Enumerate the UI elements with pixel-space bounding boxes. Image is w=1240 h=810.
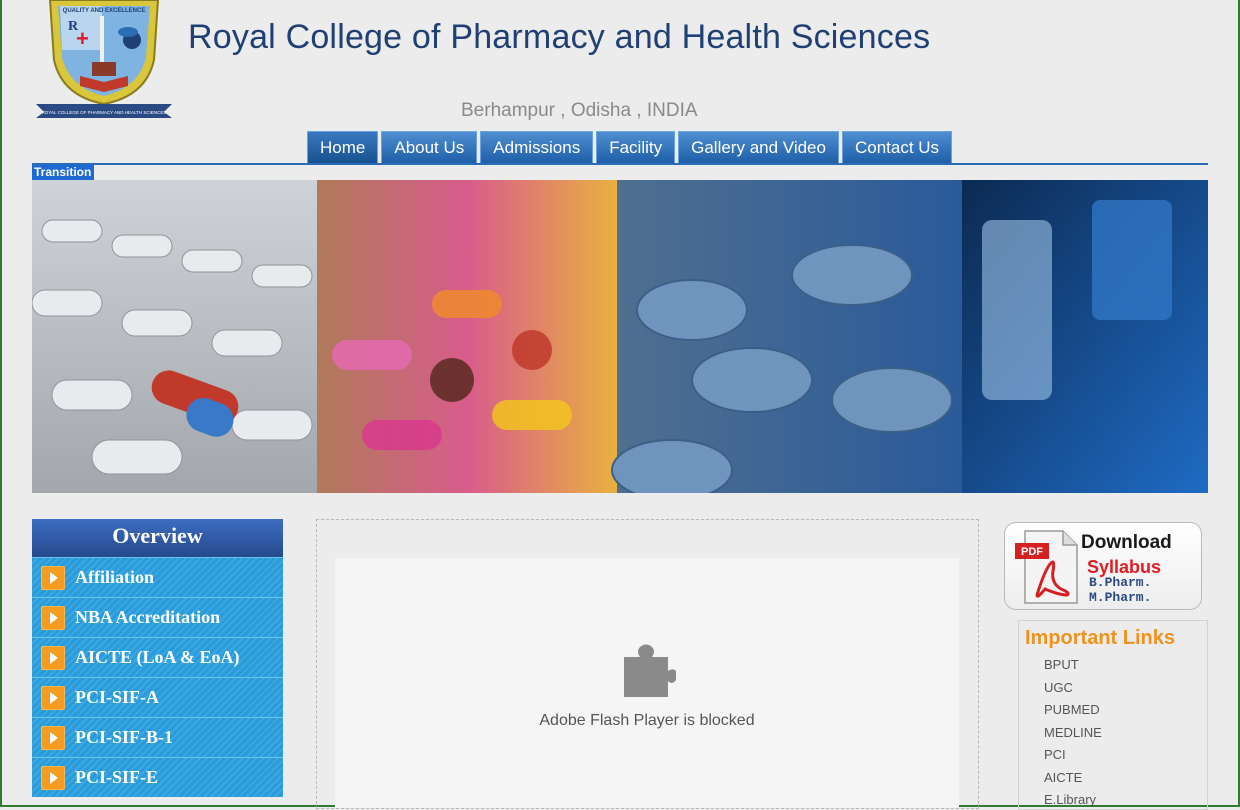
overview-item-aicte[interactable]: AICTE (LoA & EoA) bbox=[32, 637, 283, 677]
overview-item-pci-sif-e[interactable]: PCI-SIF-E bbox=[32, 757, 283, 797]
main-nav: Home About Us Admissions Facility Galler… bbox=[307, 131, 953, 163]
arrow-right-icon bbox=[41, 565, 65, 590]
hero-banner bbox=[32, 180, 1208, 493]
link-ugc[interactable]: UGC bbox=[1044, 678, 1102, 701]
overview-item-label: AICTE (LoA & EoA) bbox=[75, 647, 240, 667]
arrow-right-icon bbox=[41, 685, 65, 710]
pdf-icon: PDF bbox=[1015, 530, 1078, 604]
important-links-title: Important Links bbox=[1025, 627, 1176, 649]
overview-item-label: PCI-SIF-E bbox=[75, 767, 159, 787]
svg-text:PDF: PDF bbox=[1021, 546, 1043, 558]
arrow-right-icon bbox=[41, 765, 65, 790]
nav-admissions[interactable]: Admissions bbox=[480, 131, 594, 163]
download-title: Download bbox=[1081, 532, 1172, 553]
overview-item-pci-sif-a[interactable]: PCI-SIF-A bbox=[32, 677, 283, 717]
college-logo[interactable]: R + ROYAL COLLEGE OF PHARMACY AND HEALTH… bbox=[36, 0, 172, 118]
nav-underline bbox=[32, 163, 1208, 165]
link-pci[interactable]: PCI bbox=[1044, 745, 1102, 768]
svg-text:+: + bbox=[76, 26, 89, 51]
download-syllabus-button[interactable]: PDF Download Syllabus B.Pharm. M.Pharm. bbox=[1004, 522, 1202, 610]
overview-item-affiliation[interactable]: Affiliation bbox=[32, 557, 283, 597]
arrow-right-icon bbox=[41, 725, 65, 750]
download-bpharm: B.Pharm. bbox=[1089, 575, 1152, 590]
link-elibrary[interactable]: E.Library bbox=[1044, 790, 1102, 809]
important-links-panel: Important Links BPUT UGC PUBMED MEDLINE … bbox=[1018, 620, 1208, 810]
flash-blocked-message: Adobe Flash Player is blocked bbox=[539, 712, 755, 729]
transition-label: Transition bbox=[32, 165, 94, 180]
overview-item-label: NBA Accreditation bbox=[75, 607, 221, 627]
nav-about-us[interactable]: About Us bbox=[381, 131, 478, 163]
svg-text:QUALITY AND EXCELLENCE: QUALITY AND EXCELLENCE bbox=[63, 8, 146, 14]
arrow-right-icon bbox=[41, 605, 65, 630]
plugin-puzzle-icon bbox=[624, 644, 676, 697]
link-aicte[interactable]: AICTE bbox=[1044, 768, 1102, 791]
nav-gallery-video[interactable]: Gallery and Video bbox=[678, 131, 839, 163]
link-medline[interactable]: MEDLINE bbox=[1044, 723, 1102, 746]
site-title: Royal College of Pharmacy and Health Sci… bbox=[188, 18, 931, 56]
svg-text:ROYAL COLLEGE OF PHARMACY AND: ROYAL COLLEGE OF PHARMACY AND HEALTH SCI… bbox=[42, 110, 167, 115]
link-bput[interactable]: BPUT bbox=[1044, 655, 1102, 678]
overview-item-label: Affiliation bbox=[75, 567, 154, 587]
overview-item-nba-accreditation[interactable]: NBA Accreditation bbox=[32, 597, 283, 637]
link-pubmed[interactable]: PUBMED bbox=[1044, 700, 1102, 723]
download-mpharm: M.Pharm. bbox=[1089, 590, 1152, 605]
nav-facility[interactable]: Facility bbox=[596, 131, 676, 163]
overview-title: Overview bbox=[32, 519, 283, 557]
nav-home[interactable]: Home bbox=[307, 131, 379, 163]
overview-panel: Overview Affiliation NBA Accreditation A… bbox=[32, 519, 283, 807]
site-location: Berhampur , Odisha , INDIA bbox=[461, 100, 698, 121]
important-links-list: BPUT UGC PUBMED MEDLINE PCI AICTE E.Libr… bbox=[1044, 655, 1102, 809]
overview-item-label: PCI-SIF-B-1 bbox=[75, 727, 173, 747]
arrow-right-icon bbox=[41, 645, 65, 670]
nav-contact-us[interactable]: Contact Us bbox=[841, 131, 953, 163]
overview-item-pci-sif-b-1[interactable]: PCI-SIF-B-1 bbox=[32, 717, 283, 757]
overview-item-label: PCI-SIF-A bbox=[75, 687, 159, 707]
